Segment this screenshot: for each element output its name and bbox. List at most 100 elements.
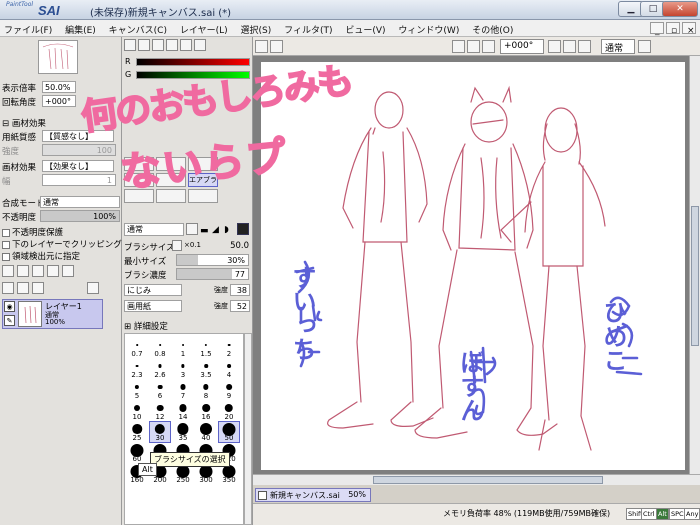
effect-width-slider[interactable]: 1 [42,174,116,186]
brush-size-cell[interactable]: 3 [173,359,193,379]
protect-opacity-checkbox[interactable] [2,228,10,237]
brush-size-cell[interactable]: 40 [196,422,216,442]
merge-layer-icon[interactable] [62,265,74,277]
brush-size-cell[interactable]: 2.6 [150,359,170,379]
brush-size-cell[interactable]: 7 [173,380,193,400]
brush-size-cell[interactable]: 20 [219,401,239,421]
brush-shape-round-icon[interactable]: ◢ [212,225,219,235]
new-folder-icon[interactable] [17,265,29,277]
swatch-icon[interactable] [180,39,192,51]
scratchpad-icon[interactable] [194,39,206,51]
brush-size-cell[interactable]: 4 [219,359,239,379]
zoom-reset-icon[interactable] [482,40,495,53]
rotate-right-icon[interactable] [563,40,576,53]
brush-mode-select[interactable]: 通常 [124,223,184,236]
brush-size-cell[interactable]: 8 [196,380,216,400]
brush-size-cell[interactable]: 3.5 [196,359,216,379]
brush-shape-dome-icon[interactable]: ◗ [224,225,229,235]
menu-view[interactable]: ビュー(V) [341,20,391,36]
menu-canvas[interactable]: キャンバス(C) [105,20,173,36]
menu-other[interactable]: その他(O) [468,20,519,36]
detail-settings-toggle[interactable]: ⊞ 詳細設定 [124,320,168,332]
brush-size-cell[interactable]: 50 [218,421,240,443]
blur-select[interactable]: にじみ [124,284,182,296]
r-channel-slider[interactable] [136,58,250,66]
vertical-scrollbar[interactable] [689,56,700,474]
menu-edit[interactable]: 編集(E) [61,20,102,36]
horizontal-scrollbar[interactable] [253,474,700,485]
zoom-out-icon[interactable] [452,40,465,53]
color-wheel-icon[interactable] [124,39,136,51]
menu-filter[interactable]: フィルタ(T) [280,20,338,36]
brush-size-value[interactable]: 50.0 [230,241,249,251]
menu-file[interactable]: ファイル(F) [0,20,58,36]
brush-size-scrollbar[interactable] [244,333,252,525]
brush-shape-square-icon[interactable] [237,223,249,235]
brush-size-cell[interactable]: 16 [196,401,216,421]
paper-strength-slider[interactable]: 100 [42,144,116,156]
min-size-slider[interactable]: 30% [176,254,249,266]
brush-size-cell[interactable]: 5 [127,380,147,400]
brush-size-cell[interactable]: 14 [173,401,193,421]
brush-size-cell[interactable]: 350 [219,464,239,484]
transfer-layer-icon[interactable] [17,282,29,294]
redo-icon[interactable] [270,40,283,53]
menu-select[interactable]: 選択(S) [237,20,278,36]
vertical-scroll-thumb[interactable] [691,206,699,346]
blur-strength-field[interactable]: 38 [230,284,250,296]
brush-size-cell[interactable]: 60 [127,443,147,463]
zoom-in-icon[interactable] [467,40,480,53]
navigator-thumbnail[interactable] [38,40,78,74]
brush-size-cell[interactable]: 2 [219,338,239,358]
stabilizer-icon[interactable] [638,40,651,53]
brush-paper-select[interactable]: 画用紙 [124,300,182,312]
brush-size-cell[interactable]: 25 [127,422,147,442]
mdi-minimize-icon[interactable]: _ [650,22,664,36]
mdi-restore-icon[interactable]: ▫ [666,22,680,36]
effect-select[interactable]: 【効果なし】 [42,160,114,172]
rgb-slider-icon[interactable] [138,39,150,51]
brush-shape-flat-icon[interactable]: ▬ [200,226,209,236]
menu-layer[interactable]: レイヤー(L) [176,20,234,36]
selection-source-checkbox[interactable] [2,252,10,261]
selection-source-row[interactable]: 領域検出元に指定 [0,249,122,262]
brush-size-cell[interactable]: 35 [173,422,193,442]
brush-size-cell[interactable]: 0.7 [127,338,147,358]
undo-icon[interactable] [255,40,268,53]
brush-size-cell[interactable]: 250 [173,464,193,484]
brush-size-cell[interactable]: 10 [127,401,147,421]
density-slider[interactable]: 77 [176,268,249,280]
brush-size-cell[interactable]: 12 [150,401,170,421]
rotation-field[interactable]: +000° [500,39,544,54]
palette-icon[interactable] [166,39,178,51]
new-linework-icon[interactable] [32,265,44,277]
hsv-slider-icon[interactable] [152,39,164,51]
horizontal-scroll-thumb[interactable] [373,476,603,484]
edit-pen-icon[interactable]: ✎ [4,315,15,326]
brush-size-cell[interactable]: 1 [173,338,193,358]
brush-size-cell[interactable]: 30 [149,421,171,443]
clear-layer-icon[interactable] [32,282,44,294]
zoom-field[interactable]: 50.0% [42,81,76,93]
brush-size-cell[interactable]: 2.3 [127,359,147,379]
visibility-eye-icon[interactable]: ◉ [4,301,15,312]
brush-size-cell[interactable]: 1.5 [196,338,216,358]
angle-field[interactable]: +000° [42,95,76,107]
rotate-left-icon[interactable] [548,40,561,53]
copy-layer-icon[interactable] [2,282,14,294]
brush-size-cell[interactable]: 0.8 [150,338,170,358]
layer-item[interactable]: ◉ ✎ レイヤー1 通常 100% [2,299,103,329]
brush-size-cell[interactable]: 6 [150,380,170,400]
brush-paper-strength-field[interactable]: 52 [230,300,250,312]
blend-mode-select[interactable]: 通常 [601,39,635,54]
opacity-slider[interactable]: 100% [40,210,120,222]
layer-mask-icon[interactable] [47,265,59,277]
size-multiplier-toggle-icon[interactable] [172,240,182,251]
document-tab[interactable]: 新規キャンバス.sai 50% [255,488,371,502]
close-button[interactable]: ✕ [662,1,698,17]
blend-select[interactable]: 通常 [40,196,120,208]
brush-size-cell[interactable]: 9 [219,380,239,400]
rotate-reset-icon[interactable] [578,40,591,53]
new-layer-icon[interactable] [2,265,14,277]
menu-window[interactable]: ウィンドウ(W) [394,20,465,36]
